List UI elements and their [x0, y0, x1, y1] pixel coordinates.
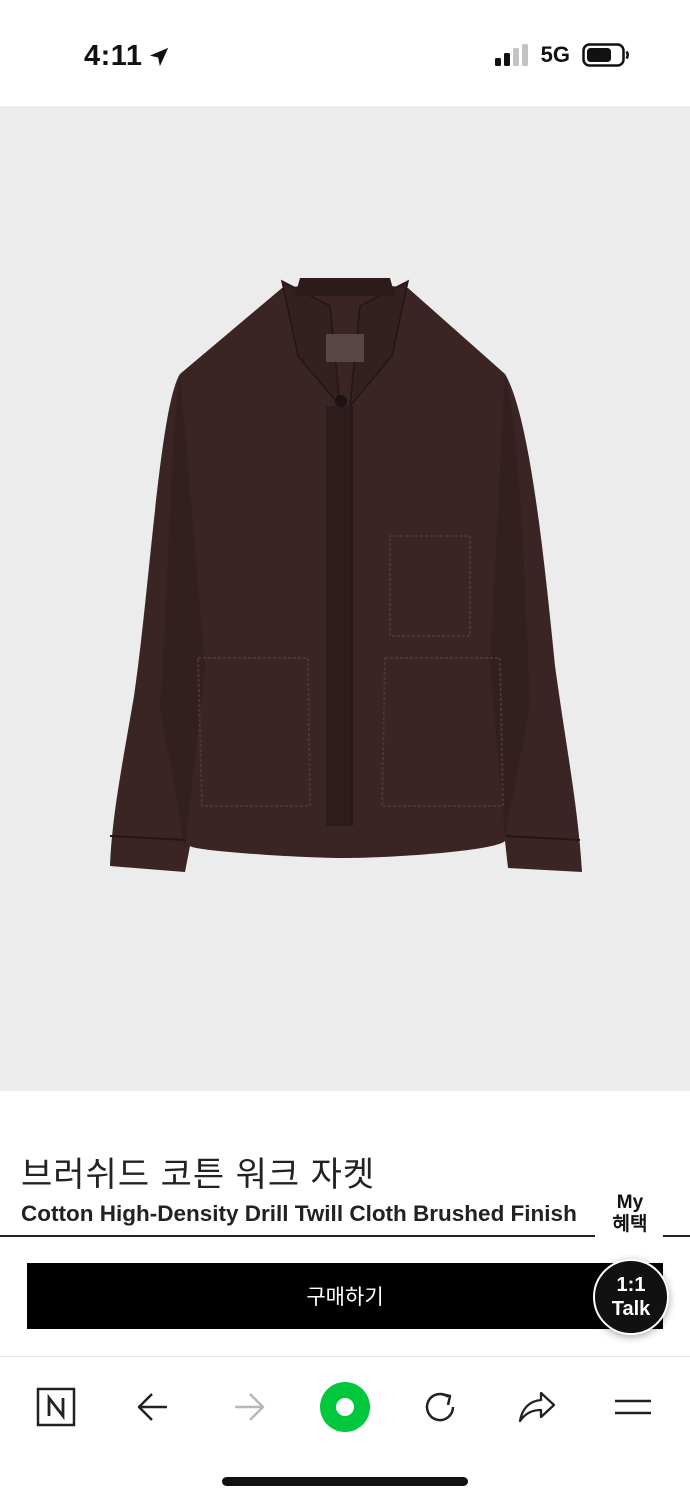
buy-button[interactable]: 구매하기 [27, 1263, 663, 1329]
refresh-icon [425, 1392, 455, 1422]
forward-button[interactable] [219, 1377, 279, 1437]
talk-button[interactable]: 1:1 Talk [593, 1259, 669, 1335]
my-benefit-line2: 혜택 [612, 1214, 648, 1235]
arrow-right-icon [235, 1393, 265, 1421]
green-dot-icon [320, 1382, 370, 1432]
cellular-signal-icon [494, 44, 528, 66]
status-bar: 4:11 5G [0, 0, 690, 106]
network-label: 5G [540, 42, 570, 67]
naver-n-icon [36, 1387, 76, 1427]
share-icon [518, 1391, 556, 1423]
battery-icon [582, 43, 629, 67]
product-subtitle: Cotton High-Density Drill Twill Cloth Br… [21, 1201, 577, 1226]
arrow-left-icon [137, 1393, 167, 1421]
product-title: 브러쉬드 코튼 워크 자켓 [21, 1156, 376, 1194]
my-benefit-button[interactable]: My 혜택 [598, 1192, 662, 1236]
status-time: 4:11 [84, 40, 170, 73]
refresh-button[interactable] [410, 1377, 470, 1437]
product-image[interactable] [0, 106, 690, 1155]
location-arrow-icon [150, 47, 169, 66]
menu-icon [615, 1399, 651, 1415]
back-button[interactable] [123, 1377, 183, 1437]
home-indicator [222, 1477, 468, 1486]
share-button[interactable] [507, 1377, 567, 1437]
status-indicators: 5G [494, 42, 630, 68]
talk-line1: 1:1 [616, 1274, 646, 1296]
status-time-text: 4:11 [84, 40, 143, 72]
subtitle-divider [0, 1235, 595, 1237]
menu-button[interactable] [603, 1377, 663, 1437]
naver-home-button[interactable] [26, 1377, 86, 1437]
green-dot-button[interactable] [315, 1377, 375, 1437]
talk-line2: Talk [611, 1298, 651, 1320]
jacket-product-image [109, 278, 582, 872]
subtitle-divider-right [663, 1235, 690, 1237]
my-benefit-line1: My [616, 1192, 644, 1213]
